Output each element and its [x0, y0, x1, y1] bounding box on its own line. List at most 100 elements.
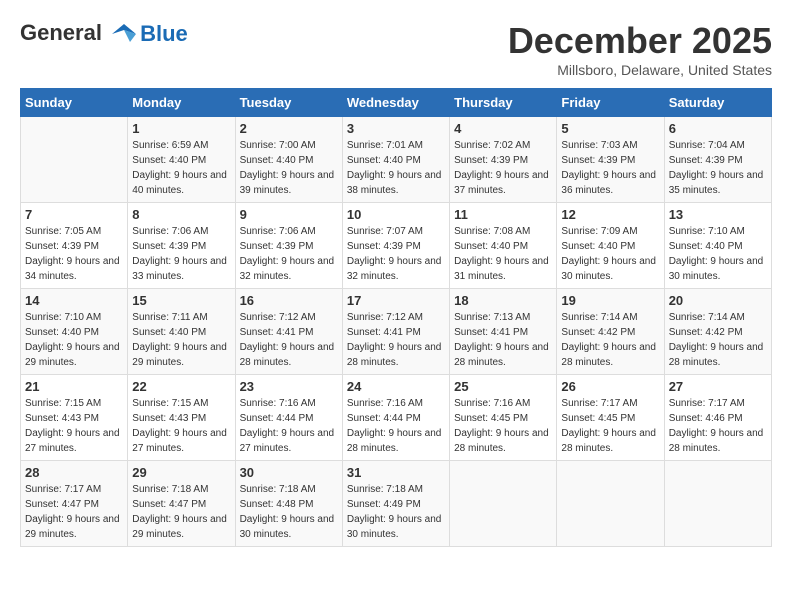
day-info: Sunrise: 7:12 AMSunset: 4:41 PMDaylight:…: [347, 310, 445, 370]
daylight-text: Daylight: 9 hours and 30 minutes.: [240, 514, 335, 540]
sunset-text: Sunset: 4:42 PM: [669, 327, 743, 338]
calendar-week-row: 21Sunrise: 7:15 AMSunset: 4:43 PMDayligh…: [21, 375, 772, 461]
table-row: 31Sunrise: 7:18 AMSunset: 4:49 PMDayligh…: [342, 461, 449, 547]
day-info: Sunrise: 7:05 AMSunset: 4:39 PMDaylight:…: [25, 224, 123, 284]
daylight-text: Daylight: 9 hours and 28 minutes.: [669, 428, 764, 454]
sunset-text: Sunset: 4:40 PM: [132, 327, 206, 338]
daylight-text: Daylight: 9 hours and 30 minutes.: [561, 256, 656, 282]
table-row: 24Sunrise: 7:16 AMSunset: 4:44 PMDayligh…: [342, 375, 449, 461]
sunset-text: Sunset: 4:41 PM: [347, 327, 421, 338]
daylight-text: Daylight: 9 hours and 28 minutes.: [347, 428, 442, 454]
sunrise-text: Sunrise: 7:04 AM: [669, 140, 745, 151]
sunset-text: Sunset: 4:49 PM: [347, 499, 421, 510]
col-thursday: Thursday: [450, 89, 557, 117]
sunset-text: Sunset: 4:47 PM: [25, 499, 99, 510]
sunrise-text: Sunrise: 7:10 AM: [25, 312, 101, 323]
day-number: 3: [347, 121, 445, 136]
day-info: Sunrise: 6:59 AMSunset: 4:40 PMDaylight:…: [132, 138, 230, 198]
sunset-text: Sunset: 4:44 PM: [240, 413, 314, 424]
title-block: December 2025 Millsboro, Delaware, Unite…: [508, 20, 772, 78]
daylight-text: Daylight: 9 hours and 28 minutes.: [347, 342, 442, 368]
day-info: Sunrise: 7:18 AMSunset: 4:49 PMDaylight:…: [347, 482, 445, 542]
day-number: 30: [240, 465, 338, 480]
daylight-text: Daylight: 9 hours and 33 minutes.: [132, 256, 227, 282]
table-row: 21Sunrise: 7:15 AMSunset: 4:43 PMDayligh…: [21, 375, 128, 461]
sunrise-text: Sunrise: 7:14 AM: [561, 312, 637, 323]
day-info: Sunrise: 7:17 AMSunset: 4:47 PMDaylight:…: [25, 482, 123, 542]
logo: General Blue: [20, 20, 188, 48]
day-number: 15: [132, 293, 230, 308]
sunset-text: Sunset: 4:39 PM: [132, 241, 206, 252]
sunrise-text: Sunrise: 7:17 AM: [669, 398, 745, 409]
table-row: 27Sunrise: 7:17 AMSunset: 4:46 PMDayligh…: [664, 375, 771, 461]
daylight-text: Daylight: 9 hours and 35 minutes.: [669, 170, 764, 196]
day-number: 12: [561, 207, 659, 222]
daylight-text: Daylight: 9 hours and 29 minutes.: [25, 514, 120, 540]
sunset-text: Sunset: 4:39 PM: [240, 241, 314, 252]
table-row: 11 Sunrise: 7:08 AMSunset: 4:40 PMDayligh…: [450, 203, 557, 289]
sunrise-text: Sunrise: 7:08 AM: [454, 226, 530, 237]
day-info: Sunrise: 7:16 AMSunset: 4:44 PMDaylight:…: [240, 396, 338, 456]
col-sunday: Sunday: [21, 89, 128, 117]
table-row: 7Sunrise: 7:05 AMSunset: 4:39 PMDaylight…: [21, 203, 128, 289]
table-row: 17Sunrise: 7:12 AMSunset: 4:41 PMDayligh…: [342, 289, 449, 375]
sunrise-text: Sunrise: 7:16 AM: [240, 398, 316, 409]
sunset-text: Sunset: 4:48 PM: [240, 499, 314, 510]
logo-line2: Blue: [140, 21, 188, 47]
day-info: Sunrise: 7:11 AMSunset: 4:40 PMDaylight:…: [132, 310, 230, 370]
table-row: 25Sunrise: 7:16 AMSunset: 4:45 PMDayligh…: [450, 375, 557, 461]
sunset-text: Sunset: 4:47 PM: [132, 499, 206, 510]
sunrise-text: Sunrise: 7:05 AM: [25, 226, 101, 237]
sunset-text: Sunset: 4:40 PM: [132, 155, 206, 166]
daylight-text: Daylight: 9 hours and 28 minutes.: [561, 342, 656, 368]
table-row: 23Sunrise: 7:16 AMSunset: 4:44 PMDayligh…: [235, 375, 342, 461]
day-number: 22: [132, 379, 230, 394]
daylight-text: Daylight: 9 hours and 30 minutes.: [347, 514, 442, 540]
daylight-text: Daylight: 9 hours and 31 minutes.: [454, 256, 549, 282]
sunset-text: Sunset: 4:40 PM: [25, 327, 99, 338]
day-number: 16: [240, 293, 338, 308]
sunrise-text: Sunrise: 7:07 AM: [347, 226, 423, 237]
daylight-text: Daylight: 9 hours and 27 minutes.: [132, 428, 227, 454]
sunset-text: Sunset: 4:40 PM: [669, 241, 743, 252]
sunrise-text: Sunrise: 7:17 AM: [561, 398, 637, 409]
sunrise-text: Sunrise: 7:15 AM: [132, 398, 208, 409]
day-number: 29: [132, 465, 230, 480]
sunrise-text: Sunrise: 7:13 AM: [454, 312, 530, 323]
table-row: 1Sunrise: 6:59 AMSunset: 4:40 PMDaylight…: [128, 117, 235, 203]
daylight-text: Daylight: 9 hours and 28 minutes.: [669, 342, 764, 368]
day-number: 23: [240, 379, 338, 394]
day-number: 24: [347, 379, 445, 394]
day-number: 11: [454, 207, 552, 222]
col-monday: Monday: [128, 89, 235, 117]
col-wednesday: Wednesday: [342, 89, 449, 117]
day-number: 4: [454, 121, 552, 136]
table-row: 14Sunrise: 7:10 AMSunset: 4:40 PMDayligh…: [21, 289, 128, 375]
daylight-text: Daylight: 9 hours and 38 minutes.: [347, 170, 442, 196]
day-info: Sunrise: 7:10 AMSunset: 4:40 PMDaylight:…: [669, 224, 767, 284]
table-row: 18Sunrise: 7:13 AMSunset: 4:41 PMDayligh…: [450, 289, 557, 375]
sunset-text: Sunset: 4:39 PM: [669, 155, 743, 166]
daylight-text: Daylight: 9 hours and 32 minutes.: [240, 256, 335, 282]
sunrise-text: Sunrise: 7:12 AM: [240, 312, 316, 323]
table-row: 22Sunrise: 7:15 AMSunset: 4:43 PMDayligh…: [128, 375, 235, 461]
table-row: 10Sunrise: 7:07 AMSunset: 4:39 PMDayligh…: [342, 203, 449, 289]
day-number: 20: [669, 293, 767, 308]
sunrise-text: Sunrise: 7:18 AM: [240, 484, 316, 495]
sunset-text: Sunset: 4:39 PM: [25, 241, 99, 252]
day-info: Sunrise: 7:18 AM Sunset: 4:48 PM Daylight:…: [240, 482, 338, 542]
sunset-text: Sunset: 4:43 PM: [25, 413, 99, 424]
day-number: 13: [669, 207, 767, 222]
day-number: 7: [25, 207, 123, 222]
day-info: Sunrise: 7:06 AMSunset: 4:39 PMDaylight:…: [240, 224, 338, 284]
col-saturday: Saturday: [664, 89, 771, 117]
table-row: 2Sunrise: 7:00 AMSunset: 4:40 PMDaylight…: [235, 117, 342, 203]
sunset-text: Sunset: 4:42 PM: [561, 327, 635, 338]
table-row: 9Sunrise: 7:06 AMSunset: 4:39 PMDaylight…: [235, 203, 342, 289]
day-info: Sunrise: 7:08 AMSunset: 4:40 PMDaylight:…: [454, 224, 552, 284]
day-number: 2: [240, 121, 338, 136]
day-number: 14: [25, 293, 123, 308]
sunset-text: Sunset: 4:39 PM: [347, 241, 421, 252]
day-info: Sunrise: 7:16 AMSunset: 4:45 PMDaylight:…: [454, 396, 552, 456]
table-row: 15 Sunrise: 7:11 AMSunset: 4:40 PMDayligh…: [128, 289, 235, 375]
